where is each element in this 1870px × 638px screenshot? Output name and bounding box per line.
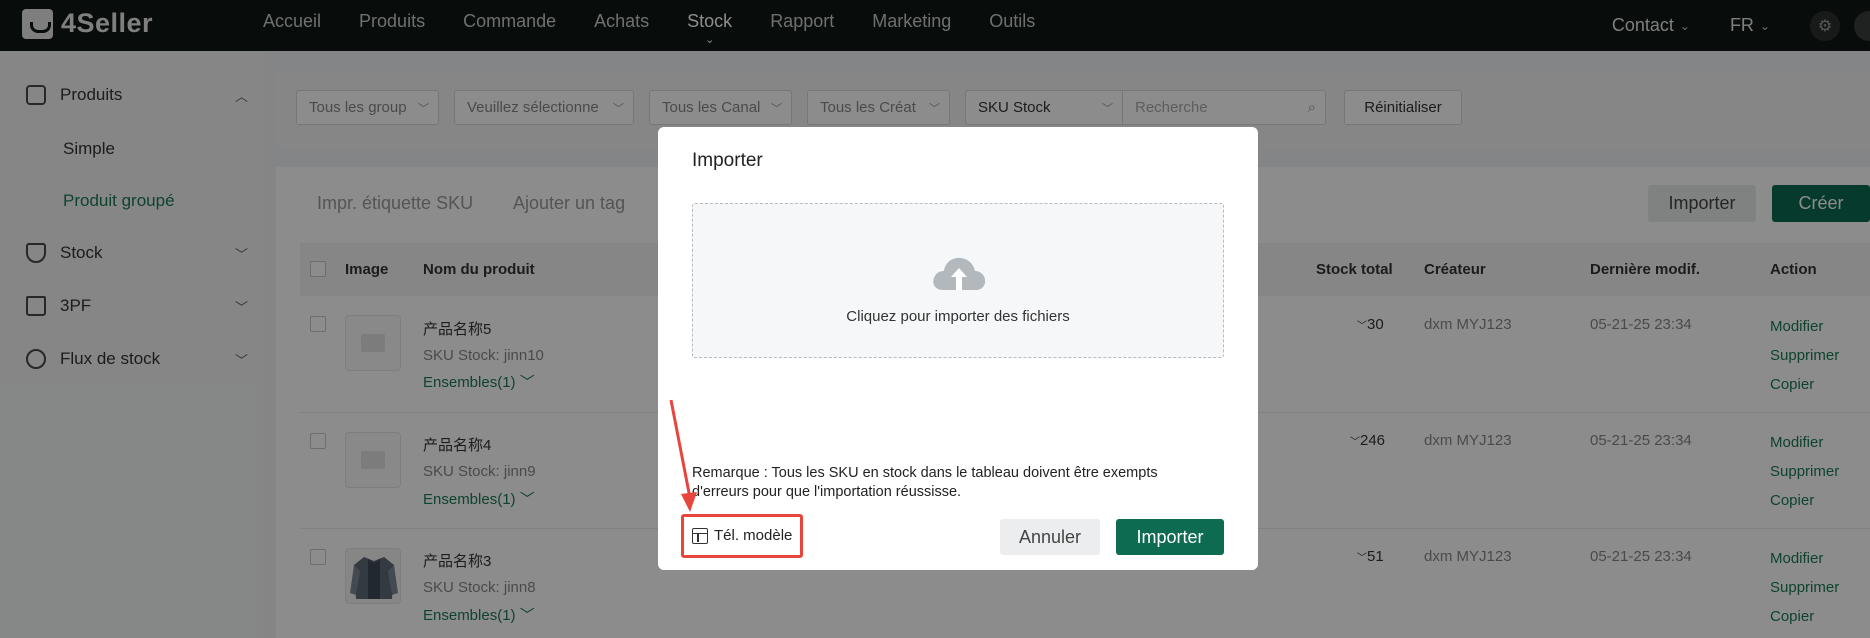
cloud-upload-icon: [933, 257, 986, 290]
upload-instruction: Cliquez pour importer des fichiers: [846, 308, 1070, 325]
highlight-box: [681, 514, 803, 558]
import-modal: Importer Cliquez pour importer des fichi…: [658, 127, 1258, 570]
import-note: Remarque : Tous les SKU en stock dans le…: [692, 465, 1158, 500]
cancel-button[interactable]: Annuler: [1000, 519, 1100, 555]
confirm-import-button[interactable]: Importer: [1116, 519, 1224, 555]
upload-dropzone[interactable]: Cliquez pour importer des fichiers: [692, 203, 1224, 358]
modal-title: Importer: [692, 150, 763, 171]
